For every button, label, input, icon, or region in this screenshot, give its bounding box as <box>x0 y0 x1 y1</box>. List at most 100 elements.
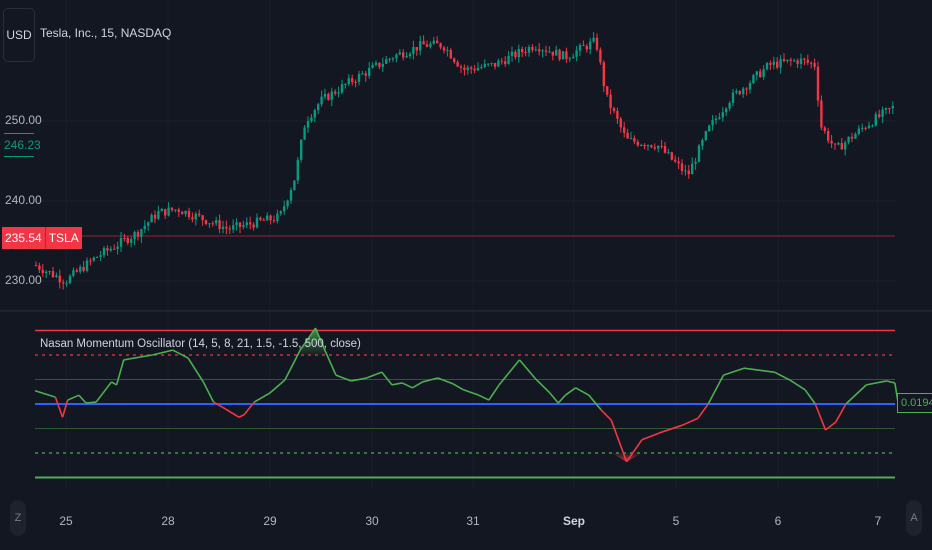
oscillator-segment <box>743 367 775 373</box>
time-label: 28 <box>161 514 175 528</box>
candle-body <box>184 210 187 215</box>
candle-body <box>731 92 735 103</box>
candle-body <box>340 84 344 93</box>
candle-body <box>687 170 690 175</box>
candle-body <box>446 50 449 52</box>
oscillator-segment <box>835 403 847 423</box>
candle-body <box>385 59 388 64</box>
price-label: 250.00 <box>5 113 42 127</box>
candle-body <box>262 219 265 221</box>
candle-body <box>864 127 867 129</box>
candle-body <box>589 41 592 50</box>
candle-body <box>728 102 731 109</box>
candle-body <box>510 51 514 56</box>
candle-body <box>504 61 507 65</box>
candle-body <box>816 66 820 101</box>
candle-body <box>157 211 160 219</box>
candle-body <box>160 208 163 212</box>
candle-body <box>106 248 109 251</box>
candle-body <box>317 104 320 111</box>
candle-body <box>548 51 551 53</box>
candle-body <box>721 112 724 118</box>
time-label: Sep <box>562 514 586 528</box>
candle-body <box>636 141 639 146</box>
candle-body <box>796 60 799 65</box>
candle-body <box>871 125 874 127</box>
candle-body <box>374 62 378 65</box>
candle-body <box>755 71 758 76</box>
candle-body <box>585 45 588 50</box>
candle-body <box>725 108 728 113</box>
candle-body <box>861 127 864 129</box>
oscillator-segment <box>238 414 245 418</box>
candle-body <box>609 94 612 109</box>
candle-body <box>527 46 531 53</box>
candle-body <box>255 217 259 228</box>
candle-body <box>524 52 527 54</box>
candle-body <box>330 91 333 100</box>
oscillator-segment <box>549 392 559 404</box>
candle-body <box>507 55 510 65</box>
candle-body <box>252 224 255 228</box>
candle-body <box>735 90 738 93</box>
candle-body <box>538 49 541 52</box>
candle-body <box>442 47 446 51</box>
candle-body <box>313 110 316 118</box>
candle-body <box>660 145 663 147</box>
oscillator-segment <box>845 384 867 405</box>
candle-body <box>211 223 214 225</box>
candle-body <box>68 275 72 284</box>
time-label: 5 <box>672 514 680 528</box>
symbol-title: Tesla, Inc., 15, NASDAQ <box>40 26 172 40</box>
candle-body <box>269 215 272 221</box>
oscillator-segment <box>381 371 393 386</box>
candle-body <box>235 222 238 226</box>
candle-body <box>884 108 888 110</box>
current-price-marker: 246.23 <box>4 133 41 157</box>
candle-body <box>323 93 327 97</box>
candle-body <box>249 222 252 225</box>
candle-body <box>75 270 78 272</box>
candle-body <box>793 60 796 62</box>
oscillator-segment <box>111 381 117 386</box>
indicator-title[interactable]: Nasan Momentum Oscillator (14, 5, 8, 21,… <box>40 338 361 350</box>
oscillator-segment <box>115 359 125 386</box>
candle-body <box>759 71 762 78</box>
candle-body <box>119 237 123 247</box>
candle-body <box>300 139 303 160</box>
candle-body <box>109 248 112 251</box>
candle-body <box>684 170 687 172</box>
candle-body <box>419 41 422 51</box>
candle-body <box>198 213 201 216</box>
oscillator-segment <box>575 387 590 396</box>
candle-body <box>306 121 310 128</box>
candle-body <box>480 67 483 69</box>
candle-body <box>164 208 167 216</box>
candle-body <box>99 255 102 257</box>
candle-body <box>96 256 99 258</box>
candle-body <box>718 117 721 119</box>
candle-body <box>837 143 840 145</box>
candle-body <box>395 54 398 59</box>
oscillator-segment <box>187 357 204 383</box>
candle-body <box>51 271 55 277</box>
candle-body <box>191 217 194 220</box>
candle-body <box>232 225 235 230</box>
time-label: 30 <box>365 514 379 528</box>
candle-body <box>391 58 395 60</box>
candle-body <box>405 56 408 58</box>
oscillator-segment <box>588 394 602 411</box>
candle-body <box>378 62 381 67</box>
candle-body <box>619 118 622 128</box>
candle-body <box>575 50 578 57</box>
chart-canvas[interactable] <box>0 0 932 550</box>
candle-body <box>344 83 347 85</box>
oscillator-segment <box>95 381 113 403</box>
currency-button[interactable]: USD <box>3 8 35 62</box>
candle-body <box>680 163 684 172</box>
candle-body <box>92 257 95 261</box>
candle-body <box>48 271 51 273</box>
zoom-button[interactable]: Z <box>10 500 26 536</box>
auto-scale-button[interactable]: A <box>906 500 922 536</box>
oscillator-segment <box>723 367 745 376</box>
